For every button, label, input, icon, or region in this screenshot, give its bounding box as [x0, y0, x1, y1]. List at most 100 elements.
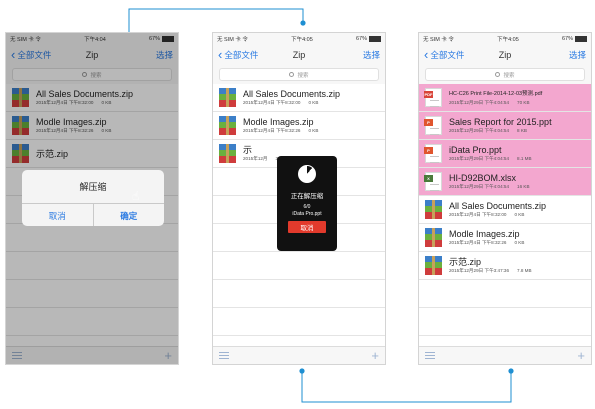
phone-screen-2: 无 SIM 卡 令 下午4:05 67% ‹ 全部文件 Zip 选择 搜索 All Sales …: [212, 32, 386, 365]
file-size: 8 KB: [517, 128, 527, 133]
file-row[interactable]: Modle Images.zip 2015年12月4日 下午8:32:26 0 KB: [213, 112, 385, 140]
bottom-toolbar: +: [419, 346, 591, 364]
file-meta: 2015年12月4日 下午8:32:26 0 KB: [449, 240, 524, 246]
select-button[interactable]: 选择: [569, 49, 586, 61]
zip-archive-icon: [219, 88, 236, 107]
file-size: 0 KB: [308, 128, 319, 133]
page-title: Zip: [292, 50, 306, 60]
dialog-buttons: 取消 确定: [22, 204, 164, 226]
battery-indicator: 67%: [561, 35, 587, 42]
battery-percent: 67%: [355, 35, 367, 42]
file-size: 16 KB: [517, 184, 530, 189]
zip-archive-icon: [219, 116, 236, 135]
progress-pie-icon: [298, 165, 316, 183]
file-text: HC-C26 Print File-2014-12-03预测.pdf 2015年1…: [449, 89, 542, 106]
navigation-bar: ‹ 全部文件 Zip 选择: [213, 44, 385, 66]
file-meta: 2015年12月29日 下午3:47:36 7.8 MB: [449, 268, 532, 274]
file-name: Modle Images.zip: [243, 117, 314, 127]
file-date: 2015年12月4日 下午8:32:00: [449, 212, 507, 217]
file-date: 2015年12月4日 下午8:32:26: [449, 240, 507, 245]
chevron-left-icon: ‹: [424, 47, 429, 62]
empty-row: [213, 280, 385, 308]
back-label: 全部文件: [430, 50, 465, 60]
file-row[interactable]: Modle Images.zip 2015年12月4日 下午8:32:26 0 KB: [419, 224, 591, 252]
dialog-title: 解压缩: [22, 170, 164, 204]
file-date: 2015年12月29日 下午4:04:54: [449, 128, 510, 133]
file-size: 0 KB: [514, 212, 525, 217]
file-date: 2015年12月4日 下午8:32:26: [243, 128, 301, 133]
back-button[interactable]: ‹ 全部文件: [424, 47, 465, 62]
cancel-button[interactable]: 取消: [22, 204, 94, 226]
file-name: All Sales Documents.zip: [449, 201, 547, 211]
add-icon[interactable]: +: [371, 349, 379, 362]
file-text: All Sales Documents.zip 2015年12月4日 下午8:32…: [243, 89, 340, 106]
bottom-toolbar: +: [213, 346, 385, 364]
file-text: All Sales Documents.zip 2015年12月4日 下午8:32…: [449, 201, 546, 218]
file-size: 70 KB: [517, 100, 530, 105]
file-row[interactable]: X HI-D92BOM.xlsx 2015年12月29日 下午4:04:54 16 K…: [419, 168, 591, 196]
file-date: 2015年12月29日 下午4:04:54: [449, 184, 510, 189]
empty-row: [419, 308, 591, 336]
battery-icon: [574, 35, 587, 42]
clock-label: 下午4:05: [291, 36, 313, 43]
file-name: Sales Report for 2015.ppt: [449, 117, 552, 127]
page-title: Zip: [498, 50, 512, 60]
file-row[interactable]: All Sales Documents.zip 2015年12月4日 下午8:32…: [419, 196, 591, 224]
connector-dot-top: [300, 20, 306, 26]
confirm-button[interactable]: 确定: [94, 204, 165, 226]
pdf-file-icon: PDF: [424, 88, 442, 107]
list-view-icon[interactable]: [219, 352, 229, 359]
file-meta: 2015年12月29日 下午4:04:54 70 KB: [449, 100, 542, 106]
file-date: 2015年12月4日 下午8:32:00: [243, 100, 301, 105]
file-size: 0 KB: [514, 240, 525, 245]
file-size: 0 KB: [308, 100, 319, 105]
ppt-file-icon: P: [424, 144, 442, 163]
connector-bottom: [301, 372, 512, 403]
file-text: Modle Images.zip 2015年12月4日 下午8:32:26 0 KB: [449, 229, 524, 246]
file-date: 2015年12月29日 下午4:04:54: [449, 100, 510, 105]
file-meta: 2015年12月29日 下午4:04:54 8.1 MB: [449, 156, 532, 162]
add-icon[interactable]: +: [577, 349, 585, 362]
status-bar: 无 SIM 卡 令 下午4:05 67%: [213, 33, 385, 44]
search-icon: [289, 72, 295, 77]
search-placeholder: 搜索: [503, 72, 515, 79]
select-button[interactable]: 选择: [363, 49, 380, 61]
chevron-left-icon: ‹: [218, 47, 223, 62]
file-list: PDF HC-C26 Print File-2014-12-03预测.pdf 201…: [419, 84, 591, 347]
file-name: iData Pro.ppt: [449, 145, 502, 155]
phone-screen-1: 无 SIM 卡 令下午4:04 67% ‹ 全部文件 Zip 选择 搜索 All Sales …: [5, 32, 179, 365]
excel-file-icon: X: [424, 172, 442, 191]
extract-progress-hud: 正在解压缩 6/0 iData Pro.ppt 取消: [277, 156, 337, 251]
file-row[interactable]: P Sales Report for 2015.ppt 2015年12月29日 下午…: [419, 112, 591, 140]
carrier-label: 无 SIM 卡 令: [423, 36, 454, 43]
file-meta: 2015年12月4日 下午8:32:26 0 KB: [243, 128, 318, 134]
file-row[interactable]: 示范.zip 2015年12月29日 下午3:47:36 7.8 MB: [419, 252, 591, 280]
file-row[interactable]: PDF HC-C26 Print File-2014-12-03预测.pdf 201…: [419, 84, 591, 112]
file-meta: 2015年12月4日 下午8:32:00 0 KB: [243, 100, 340, 106]
file-row[interactable]: All Sales Documents.zip 2015年12月4日 下午8:32…: [213, 84, 385, 112]
navigation-bar: ‹ 全部文件 Zip 选择: [419, 44, 591, 66]
file-meta: 2015年12月4日 下午8:32:00 0 KB: [449, 212, 546, 218]
clock-label: 下午4:05: [497, 36, 519, 43]
search-bar: 搜索: [419, 66, 591, 83]
file-date: 2015年12月29日 下午4:04:54: [449, 156, 510, 161]
file-name: Modle Images.zip: [449, 229, 520, 239]
battery-percent: 67%: [561, 35, 573, 42]
connector-dot-bottom-left: [299, 368, 305, 374]
file-name: HC-C26 Print File-2014-12-03预测.pdf: [449, 91, 543, 97]
list-view-icon[interactable]: [425, 352, 435, 359]
file-date: 2015年12月: [243, 156, 268, 161]
zip-archive-icon: [219, 144, 236, 163]
search-input[interactable]: 搜索: [219, 68, 379, 81]
progress-cancel-button[interactable]: 取消: [288, 221, 326, 233]
search-input[interactable]: 搜索: [425, 68, 585, 81]
empty-row: [419, 280, 591, 308]
battery-icon: [368, 35, 381, 42]
empty-row: [213, 252, 385, 280]
ppt-file-icon: P: [424, 116, 442, 135]
back-button[interactable]: ‹ 全部文件: [218, 47, 258, 62]
file-row[interactable]: PiData Pro.ppt 2015年12月29日 下午4:04:54 8.1 M…: [419, 140, 591, 168]
file-name: 示范.zip: [449, 257, 482, 267]
file-text: HI-D92BOM.xlsx 2015年12月29日 下午4:04:54 16 KB: [449, 173, 530, 190]
phone-screen-3: 无 SIM 卡 令 下午4:05 67% ‹ 全部文件 Zip 选择搜索 PDF HC-C26 …: [418, 32, 592, 365]
